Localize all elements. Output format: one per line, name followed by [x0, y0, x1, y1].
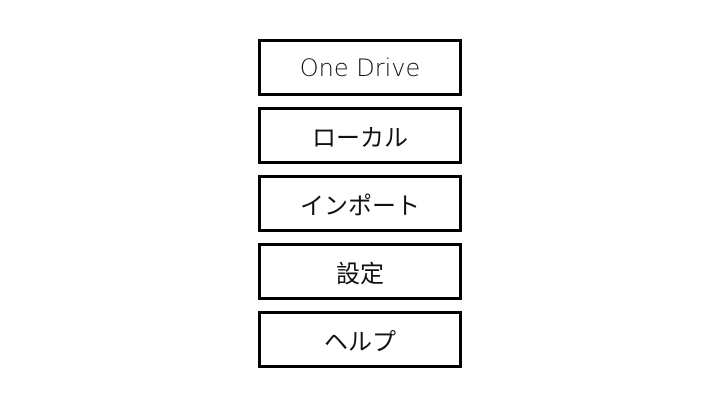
import-button[interactable]: インポート — [258, 175, 462, 232]
settings-button[interactable]: 設定 — [258, 243, 462, 300]
onedrive-button[interactable]: One Drive — [258, 39, 462, 96]
local-button[interactable]: ローカル — [258, 107, 462, 164]
help-button[interactable]: ヘルプ — [258, 311, 462, 368]
